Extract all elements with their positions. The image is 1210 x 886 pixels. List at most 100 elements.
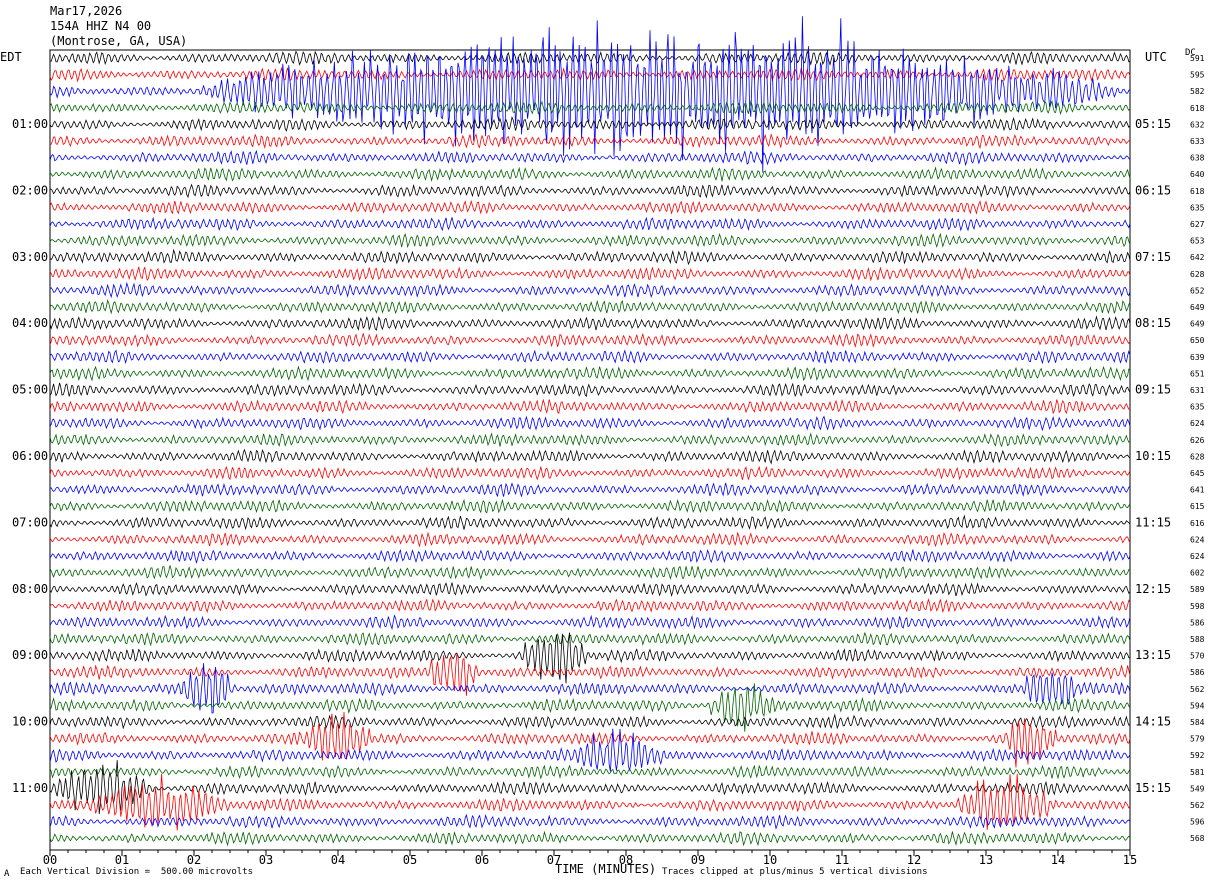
- trace-line-0: [49, 50, 1131, 67]
- trace-line-17: [49, 332, 1131, 349]
- right-hour-label: 06:15: [1135, 183, 1171, 197]
- dc-value: 624: [1190, 419, 1205, 428]
- dc-value: 586: [1190, 668, 1205, 677]
- trace-line-12: [49, 248, 1131, 266]
- dc-value: 579: [1190, 735, 1205, 744]
- trace-line-31: [49, 565, 1131, 581]
- dc-value: 635: [1190, 203, 1205, 212]
- trace-line-20: [49, 382, 1131, 398]
- location-label: (Montrose, GA, USA): [50, 34, 188, 48]
- trace-line-46: [49, 813, 1131, 830]
- x-tick-label: 12: [907, 853, 921, 867]
- dc-value: 586: [1190, 618, 1205, 627]
- right-hour-label: 10:15: [1135, 449, 1171, 463]
- trace-line-24: [49, 448, 1131, 465]
- dc-value: 562: [1190, 801, 1205, 810]
- dc-value: 638: [1190, 154, 1205, 163]
- trace-line-5: [49, 133, 1131, 150]
- dc-value: 595: [1190, 71, 1205, 80]
- x-tick-label: 02: [187, 853, 201, 867]
- dc-value: 626: [1190, 436, 1205, 445]
- dc-value: 649: [1190, 320, 1205, 329]
- trace-line-18: [49, 349, 1131, 365]
- x-tick-label: 13: [979, 853, 993, 867]
- trace-line-35: [49, 631, 1131, 647]
- dc-value: 596: [1190, 818, 1205, 827]
- station-label: 154A HHZ N4 00: [50, 19, 152, 33]
- dc-value: 628: [1190, 270, 1205, 279]
- left-hour-label: 09:00: [12, 648, 48, 662]
- left-hour-label: 01:00: [12, 117, 48, 131]
- dc-value: 588: [1190, 635, 1205, 644]
- trace-line-42: [49, 728, 1131, 772]
- clip-note: Traces clipped at plus/minus 5 vertical …: [662, 867, 928, 877]
- dc-value: 549: [1190, 784, 1205, 793]
- dc-value: 652: [1190, 286, 1205, 295]
- dc-value: 615: [1190, 502, 1205, 511]
- right-hour-label: 13:15: [1135, 648, 1171, 662]
- x-tick-label: 06: [475, 853, 489, 867]
- x-tick-label: 11: [835, 853, 849, 867]
- right-hour-label: 05:15: [1135, 117, 1171, 131]
- right-hour-label: 09:15: [1135, 383, 1171, 397]
- dc-value: 631: [1190, 386, 1205, 395]
- scale-note: Each Vertical Division = 500.00 microvol…: [20, 867, 253, 877]
- dc-label: DC: [1185, 48, 1196, 58]
- left-hour-label: 06:00: [12, 449, 48, 463]
- dc-value: 562: [1190, 685, 1205, 694]
- left-hour-label: 10:00: [12, 715, 48, 729]
- trace-line-19: [49, 365, 1131, 382]
- x-tick-label: 10: [763, 853, 777, 867]
- left-hour-label: 02:00: [12, 183, 48, 197]
- dc-value: 653: [1190, 237, 1205, 246]
- dc-value: 649: [1190, 303, 1205, 312]
- dc-value: 639: [1190, 353, 1205, 362]
- dc-value: 592: [1190, 751, 1205, 760]
- dc-value: 641: [1190, 486, 1205, 495]
- trace-line-40: [49, 713, 1131, 730]
- dc-value: 628: [1190, 452, 1205, 461]
- dc-value: 624: [1190, 552, 1205, 561]
- right-hour-label: 08:15: [1135, 316, 1171, 330]
- x-tick-label: 14: [1051, 853, 1065, 867]
- dc-value: 570: [1190, 652, 1205, 661]
- dc-value: 581: [1190, 768, 1205, 777]
- left-hour-label: 03:00: [12, 250, 48, 264]
- left-hour-label: 04:00: [12, 316, 48, 330]
- trace-line-41: [49, 711, 1131, 768]
- trace-line-6: [49, 149, 1131, 167]
- trace-line-21: [49, 398, 1131, 415]
- x-tick-label: 09: [691, 853, 705, 867]
- corner-mark: A: [4, 869, 10, 879]
- trace-line-32: [49, 581, 1131, 597]
- dc-value: 594: [1190, 701, 1205, 710]
- dc-value: 627: [1190, 220, 1205, 229]
- date-label: Mar17,2026: [50, 4, 123, 18]
- trace-line-10: [49, 216, 1131, 232]
- trace-line-1: [49, 66, 1131, 83]
- trace-line-22: [49, 415, 1131, 432]
- dc-value: 618: [1190, 187, 1205, 196]
- trace-line-14: [49, 281, 1131, 299]
- right-hour-label: 11:15: [1135, 515, 1171, 529]
- right-hour-label: 12:15: [1135, 582, 1171, 596]
- trace-line-15: [49, 299, 1131, 315]
- dc-value: 650: [1190, 336, 1205, 345]
- trace-line-30: [49, 548, 1131, 565]
- dc-value: 651: [1190, 369, 1205, 378]
- plot-frame: [49, 49, 1131, 851]
- trace-line-27: [49, 498, 1131, 514]
- dc-value: 618: [1190, 104, 1205, 113]
- x-tick-label: 03: [259, 853, 273, 867]
- x-tick-label: 05: [403, 853, 417, 867]
- right-hour-label: 07:15: [1135, 250, 1171, 264]
- dc-value: 632: [1190, 120, 1205, 129]
- left-hour-label: 05:00: [12, 383, 48, 397]
- dc-value: 616: [1190, 519, 1205, 528]
- dc-value: 633: [1190, 137, 1205, 146]
- dc-value: 635: [1190, 403, 1205, 412]
- trace-line-44: [49, 760, 1131, 815]
- left-hour-label: 07:00: [12, 515, 48, 529]
- x-tick-label: 04: [331, 853, 345, 867]
- x-tick-label: 00: [43, 853, 57, 867]
